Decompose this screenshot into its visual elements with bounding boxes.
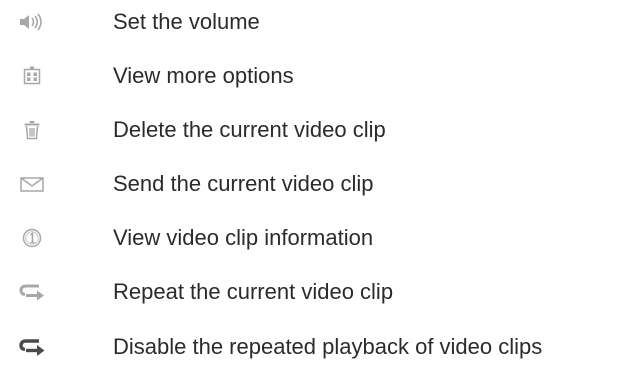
item-label: Send the current video clip [113,171,374,196]
item-label: Repeat the current video clip [113,279,394,304]
list-item: View more options [0,54,620,98]
volume-icon [15,5,49,39]
list-item: Delete the current video clip [0,108,620,152]
repeat-icon [15,275,49,309]
more-options-icon [15,59,49,93]
repeat-disable-icon [15,330,49,364]
envelope-send-icon [15,167,49,201]
list-item: View video clip information [0,216,620,260]
item-label: Disable the repeated playback of video c… [113,334,543,359]
info-icon [15,221,49,255]
item-label: View more options [113,63,294,88]
icon-legend-list: Set the volume View more options Delete … [0,0,620,369]
item-label: Delete the current video clip [113,117,386,142]
list-item: Send the current video clip [0,162,620,206]
delete-trash-icon [15,113,49,147]
item-label: Set the volume [113,9,260,34]
list-item: Set the volume [0,0,620,44]
list-item: Repeat the current video clip [0,270,620,314]
item-label: View video clip information [113,225,374,250]
list-item: Disable the repeated playback of video c… [0,325,620,369]
